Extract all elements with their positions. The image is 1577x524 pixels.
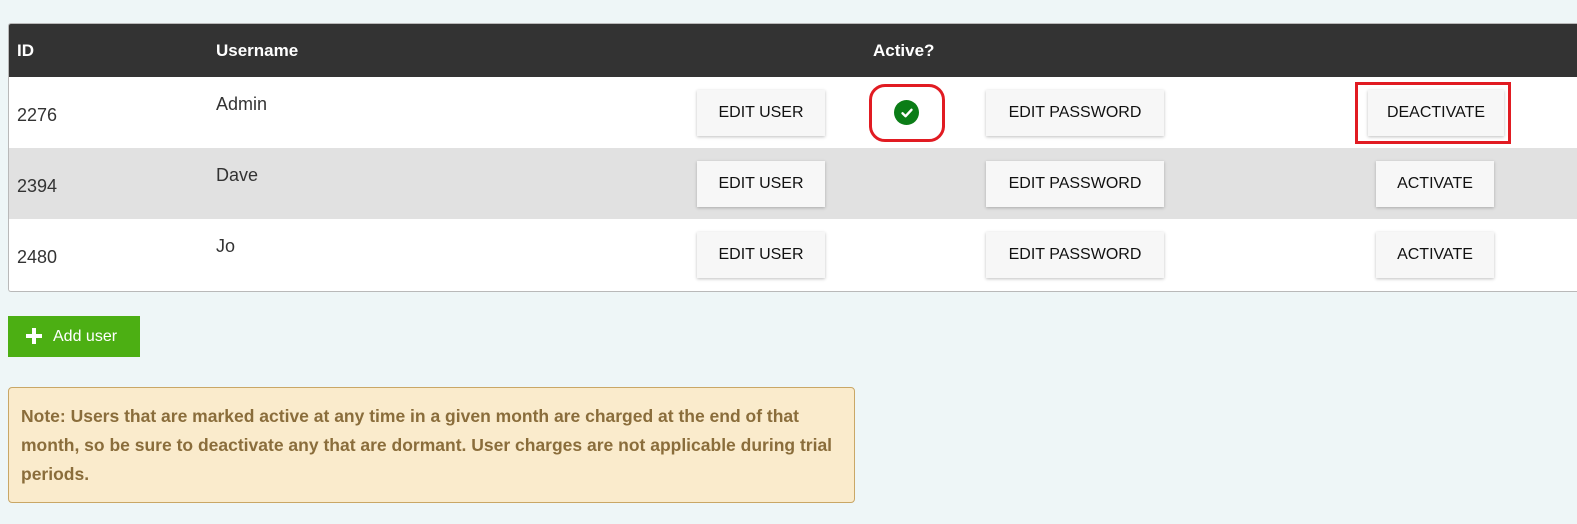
edit-user-button[interactable]: EDIT USER	[697, 161, 825, 207]
activate-button[interactable]: ACTIVATE	[1376, 161, 1494, 207]
deactivate-button[interactable]: DEACTIVATE	[1368, 90, 1504, 136]
billing-note: Note: Users that are marked active at an…	[8, 387, 855, 503]
header-username: Username	[216, 41, 299, 60]
edit-password-button[interactable]: EDIT PASSWORD	[986, 161, 1164, 207]
plus-icon	[26, 326, 42, 348]
add-user-button[interactable]: Add user	[8, 316, 140, 357]
user-id: 2394	[17, 176, 58, 196]
header-active: Active?	[873, 41, 935, 60]
table-row: 2394 Dave EDIT USER EDIT PASSWORD ACTIVA…	[9, 148, 1577, 219]
users-table: ID Username Active? 2276 Admin EDIT USER…	[8, 23, 1577, 292]
activate-button[interactable]: ACTIVATE	[1376, 232, 1494, 278]
table-row: 2276 Admin EDIT USER EDIT PASSWORD DEACT…	[9, 77, 1577, 148]
user-id: 2276	[17, 105, 58, 125]
table-row: 2480 Jo EDIT USER EDIT PASSWORD ACTIVATE	[9, 219, 1577, 290]
username: Admin	[216, 94, 268, 114]
username: Jo	[216, 236, 236, 256]
edit-password-button[interactable]: EDIT PASSWORD	[986, 232, 1164, 278]
user-id: 2480	[17, 247, 58, 267]
edit-user-button[interactable]: EDIT USER	[697, 90, 825, 136]
check-circle-icon	[894, 100, 919, 125]
edit-user-button[interactable]: EDIT USER	[697, 232, 825, 278]
add-user-label: Add user	[53, 327, 118, 345]
header-id: ID	[17, 41, 34, 60]
table-header: ID Username Active?	[9, 24, 1577, 77]
edit-password-button[interactable]: EDIT PASSWORD	[986, 90, 1164, 136]
username: Dave	[216, 165, 259, 185]
